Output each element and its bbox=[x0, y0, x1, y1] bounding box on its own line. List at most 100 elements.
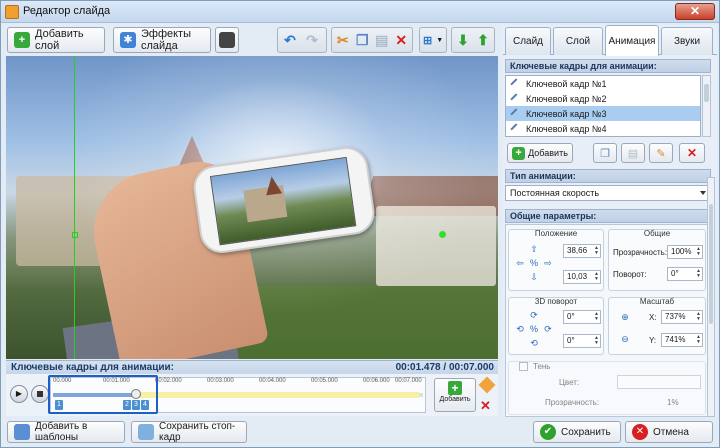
cut-icon[interactable]: ✂ bbox=[335, 31, 351, 49]
delete-icon[interactable]: ✕ bbox=[480, 398, 491, 414]
rotate-x-icon[interactable]: ⟳ bbox=[529, 310, 539, 320]
align-icon: ⊞ bbox=[423, 34, 433, 47]
rotation-3d-x-input[interactable]: 0° ▲ ▼ bbox=[563, 310, 601, 324]
timeline-add-button[interactable]: + Добавить bbox=[434, 378, 476, 412]
toolbar: + Добавить слой ✱ Эффекты слайда ↶ ↷ ✂ ❐… bbox=[5, 25, 501, 55]
guide-line[interactable] bbox=[74, 56, 75, 359]
tab-layer[interactable]: Слой bbox=[553, 27, 603, 55]
redo-icon[interactable]: ↷ bbox=[303, 31, 321, 49]
shadow-color-picker[interactable] bbox=[617, 375, 701, 389]
list-item-selected[interactable]: Ключевой кадр №3 bbox=[506, 106, 700, 121]
rotate-left-icon[interactable]: ⟲ bbox=[515, 324, 525, 334]
add-layer-label: Добавить слой bbox=[35, 28, 84, 52]
cancel-button[interactable]: ✕ Отмена bbox=[625, 421, 713, 443]
rotate-y-icon[interactable]: ⟲ bbox=[529, 338, 539, 348]
timeline: ▶ 00.000 00:01.000 00:02.000 00:03.000 0… bbox=[6, 374, 498, 416]
guide-anchor[interactable] bbox=[72, 232, 78, 238]
add-layer-button[interactable]: + Добавить слой bbox=[7, 27, 105, 53]
arrow-up-icon[interactable]: ⬆ bbox=[475, 31, 491, 49]
scale-title: Масштаб bbox=[639, 297, 675, 306]
spinner-icon[interactable]: ▲ ▼ bbox=[696, 247, 701, 257]
general-params: Положение ⇧ ⇦ % ⇨ ⇩ 38,66 ▲ ▼ 10,03 ▲ ▼ Общи… bbox=[505, 224, 709, 417]
add-keyframe-button[interactable]: + Добавить bbox=[507, 143, 573, 163]
delete-icon[interactable]: ✕ bbox=[394, 31, 410, 49]
tab-animation[interactable]: Анимация bbox=[605, 25, 659, 56]
shadow-group: Тень Цвет: Прозрачность: 1% bbox=[508, 361, 706, 415]
anchor-point[interactable] bbox=[439, 231, 446, 238]
undo-icon[interactable]: ↶ bbox=[281, 31, 299, 49]
cancel-icon: ✕ bbox=[632, 424, 648, 440]
center-icon[interactable]: % bbox=[529, 258, 539, 268]
spinner-icon[interactable]: ▲ ▼ bbox=[696, 312, 701, 322]
pin-icon bbox=[510, 77, 522, 90]
tick-label: 00:05.000 bbox=[311, 378, 338, 384]
tick-label: 00:03.000 bbox=[207, 378, 234, 384]
keyframe-list-scrollbar[interactable] bbox=[702, 75, 711, 137]
tick-label: 00:06.000 bbox=[363, 378, 390, 384]
list-item[interactable]: Ключевой кадр №1 bbox=[506, 76, 700, 91]
slide-effects-label: Эффекты слайда bbox=[141, 28, 192, 52]
scale-y-value: 741% bbox=[665, 335, 686, 344]
zoom-in-icon[interactable]: ⊕ bbox=[617, 312, 633, 326]
position-x-input[interactable]: 38,66 ▲ ▼ bbox=[563, 244, 601, 258]
paste-keyframe-button[interactable]: ▤ bbox=[621, 143, 645, 163]
spinner-icon[interactable]: ▲ ▼ bbox=[594, 246, 599, 256]
rotation-input[interactable]: 0° ▲ ▼ bbox=[667, 267, 703, 281]
properties-panel: Слайд Слой Анимация Звуки Ключевые кадры… bbox=[503, 25, 717, 417]
spinner-icon[interactable]: ▲ ▼ bbox=[594, 336, 599, 346]
pin-icon bbox=[510, 122, 522, 135]
keyframe-label: Ключевой кадр №3 bbox=[526, 108, 607, 119]
position-y-input[interactable]: 10,03 ▲ ▼ bbox=[563, 270, 601, 284]
slide-effects-button[interactable]: ✱ Эффекты слайда bbox=[113, 27, 211, 53]
stop-button[interactable] bbox=[31, 385, 49, 403]
slide-preview[interactable] bbox=[6, 56, 498, 359]
rotation-3d-y-input[interactable]: 0° ▲ ▼ bbox=[563, 334, 601, 348]
camera-button[interactable] bbox=[215, 27, 239, 53]
keyframe-list[interactable]: Ключевой кадр №1 Ключевой кадр №2 Ключев… bbox=[505, 75, 701, 137]
save-still-frame-button[interactable]: Сохранить стоп-кадр bbox=[131, 421, 247, 443]
rotate-right-icon[interactable]: ⟳ bbox=[543, 324, 553, 334]
tab-sounds[interactable]: Звуки bbox=[661, 27, 713, 55]
tab-slide[interactable]: Слайд bbox=[505, 27, 551, 55]
delete-keyframe-button[interactable]: ✕ bbox=[679, 143, 705, 163]
play-button[interactable]: ▶ bbox=[10, 385, 28, 403]
scale-y-input[interactable]: 741% ▲ ▼ bbox=[661, 333, 703, 347]
align-dropdown[interactable]: ⊞ ▼ bbox=[419, 27, 447, 53]
zoom-out-icon[interactable]: ⊖ bbox=[617, 334, 633, 348]
arrow-up-icon[interactable]: ⇧ bbox=[529, 244, 539, 254]
animation-type-select[interactable]: Постоянная скорость bbox=[505, 185, 711, 201]
opacity-input[interactable]: 100% ▲ ▼ bbox=[667, 245, 703, 259]
pencil-icon[interactable] bbox=[478, 376, 496, 394]
brush-icon: ✎ bbox=[656, 147, 666, 160]
center-icon[interactable]: % bbox=[529, 324, 539, 334]
window-close-button[interactable]: ✕ bbox=[675, 3, 715, 20]
panel-scrollbar[interactable] bbox=[707, 177, 715, 417]
add-to-templates-button[interactable]: Добавить в шаблоны bbox=[7, 421, 125, 443]
general-group: Общие Прозрачность: 100% ▲ ▼ Поворот: 0° ▲ ▼ bbox=[608, 229, 706, 291]
spinner-icon[interactable]: ▲ ▼ bbox=[696, 335, 701, 345]
spinner-icon[interactable]: ▲ ▼ bbox=[594, 272, 599, 282]
list-item[interactable]: Ключевой кадр №2 bbox=[506, 91, 700, 106]
clear-keyframe-button[interactable]: ✎ bbox=[649, 143, 673, 163]
arrow-down-icon[interactable]: ⇩ bbox=[529, 272, 539, 282]
spinner-icon[interactable]: ▲ ▼ bbox=[594, 312, 599, 322]
app-icon bbox=[5, 5, 19, 19]
shadow-color-label: Цвет: bbox=[559, 378, 580, 387]
scale-x-input[interactable]: 737% ▲ ▼ bbox=[661, 310, 703, 324]
arrow-down-icon[interactable]: ⬇ bbox=[455, 31, 471, 49]
scrollbar-thumb[interactable] bbox=[704, 84, 709, 102]
paste-icon[interactable]: ▤ bbox=[374, 31, 390, 49]
arrow-right-icon[interactable]: ⇨ bbox=[543, 258, 553, 268]
spinner-icon[interactable]: ▲ ▼ bbox=[696, 269, 701, 279]
list-item[interactable]: Ключевой кадр №4 bbox=[506, 121, 700, 136]
rotation-3d-group: 3D поворот ⟳ ⟲ % ⟳ ⟲ 0° ▲ ▼ 0° ▲ ▼ bbox=[508, 297, 604, 355]
shadow-checkbox[interactable] bbox=[519, 362, 528, 371]
arrow-left-icon[interactable]: ⇦ bbox=[515, 258, 525, 268]
scale-y-label: Y: bbox=[649, 336, 657, 345]
save-button[interactable]: ✔ Сохранить bbox=[533, 421, 621, 443]
edit-group: ✂ ❐ ▤ ✕ bbox=[331, 27, 413, 53]
scrollbar-thumb[interactable] bbox=[709, 204, 713, 324]
rotation-label: Поворот: bbox=[613, 270, 647, 279]
copy-icon[interactable]: ❐ bbox=[355, 31, 371, 49]
copy-keyframe-button[interactable]: ❐ bbox=[593, 143, 617, 163]
